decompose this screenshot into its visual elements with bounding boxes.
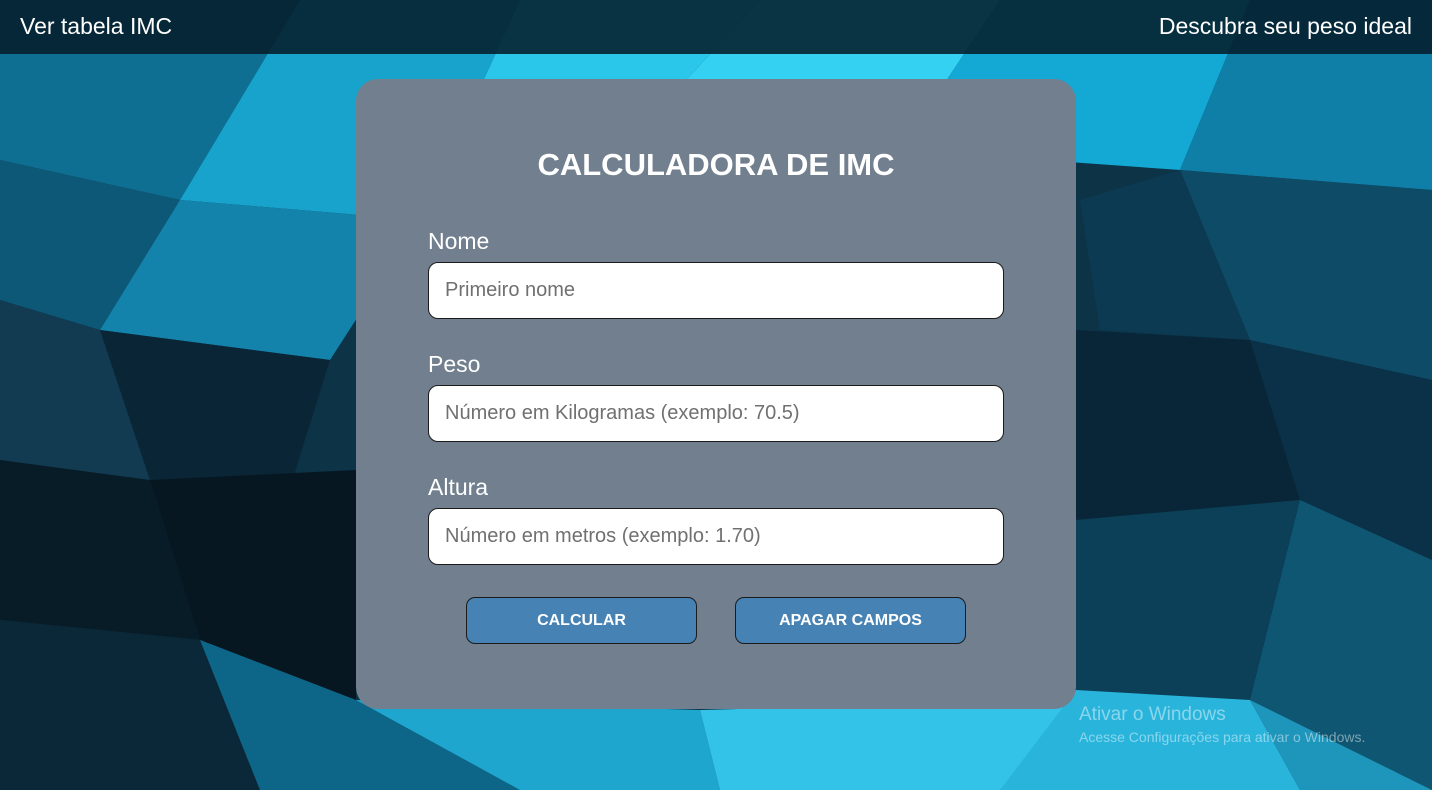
height-input[interactable] (428, 508, 1004, 565)
name-input[interactable] (428, 262, 1004, 319)
weight-label: Peso (428, 351, 481, 377)
form-title: CALCULADORA DE IMC (537, 147, 895, 182)
height-label: Altura (428, 474, 489, 500)
ideal-weight-link[interactable]: Descubra seu peso ideal (1159, 13, 1412, 40)
clear-fields-button[interactable]: APAGAR CAMPOS (735, 597, 966, 644)
windows-activation-watermark-text: Acesse Configurações para ativar o Windo… (1079, 729, 1366, 745)
weight-input[interactable] (428, 385, 1004, 442)
view-bmi-table-link[interactable]: Ver tabela IMC (20, 13, 172, 40)
top-navigation-bar: Ver tabela IMC Descubra seu peso ideal (0, 0, 1432, 54)
windows-activation-watermark-title: Ativar o Windows (1079, 704, 1226, 725)
calculate-button[interactable]: CALCULAR (466, 597, 697, 644)
name-label: Nome (428, 228, 490, 254)
